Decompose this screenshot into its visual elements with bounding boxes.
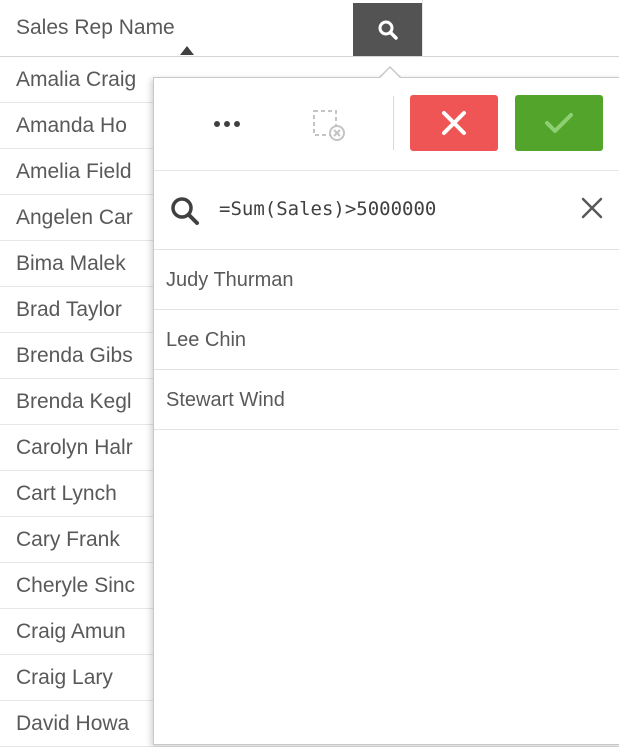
confirm-selection-button[interactable] [515,95,603,151]
selection-toolbar [154,78,619,170]
more-options-button[interactable] [204,104,250,144]
search-icon [171,197,199,225]
column-header-label[interactable]: Sales Rep Name [16,16,175,40]
more-dot-icon [224,121,230,127]
clear-search-icon[interactable] [578,194,606,222]
list-item[interactable]: Judy Thurman [154,250,619,310]
column-divider [422,0,423,57]
column-header[interactable]: Sales Rep Name [0,0,619,57]
clear-selection-icon [313,110,345,141]
checkmark-icon [545,113,573,133]
listbox-search-bar [154,170,619,250]
search-results-list: Judy Thurman Lee Chin Stewart Wind [154,250,619,430]
search-input[interactable] [219,191,554,227]
clear-selections-button[interactable] [308,105,348,145]
listbox-popover: Judy Thurman Lee Chin Stewart Wind [153,77,619,745]
close-icon [442,111,466,135]
toolbar-separator [393,96,394,150]
list-item[interactable]: Stewart Wind [154,370,619,430]
column-search-button[interactable] [353,3,422,56]
cancel-selection-button[interactable] [410,95,498,151]
list-item[interactable]: Lee Chin [154,310,619,370]
popover-arrow-fill [379,68,401,79]
more-dot-icon [214,121,220,127]
more-dot-icon [234,121,240,127]
search-icon [378,20,398,40]
sort-ascending-icon [180,46,194,55]
